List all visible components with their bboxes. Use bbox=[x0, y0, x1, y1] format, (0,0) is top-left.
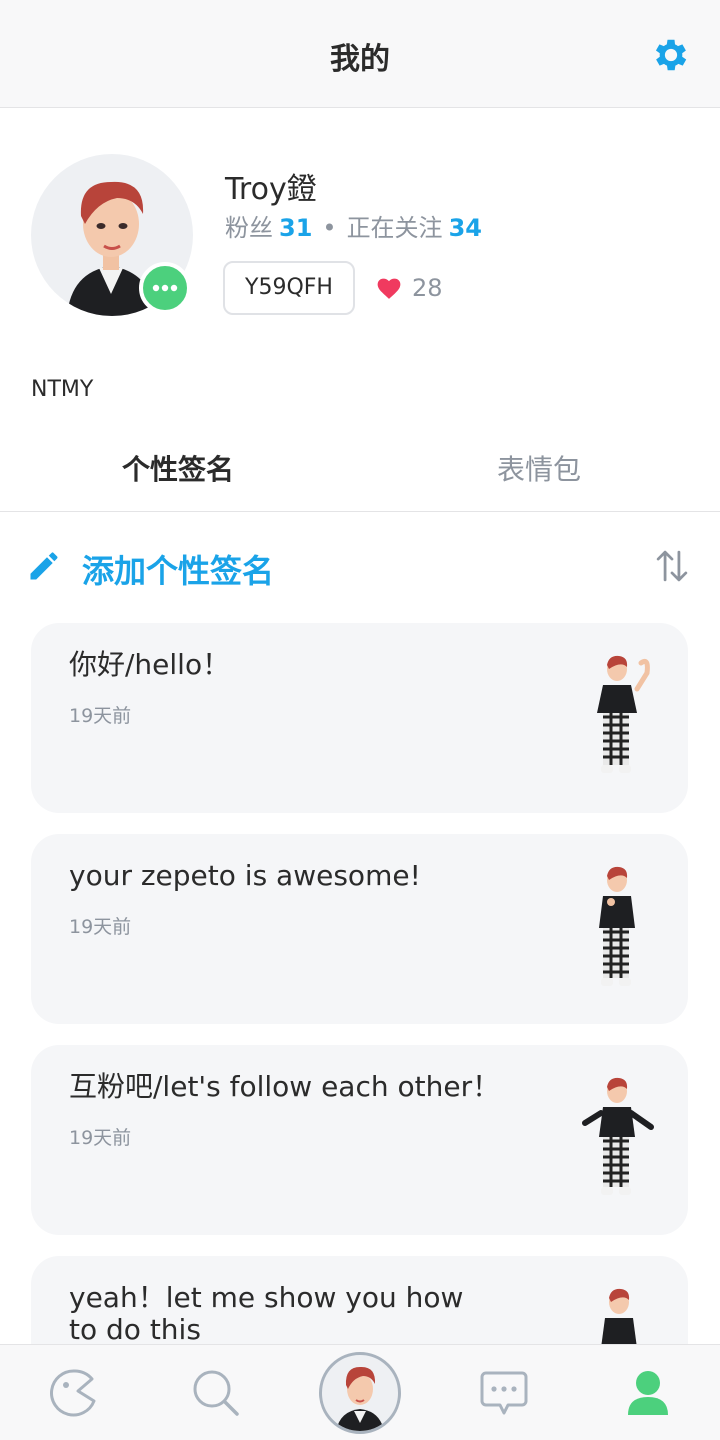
user-code-button[interactable]: Y59QFH bbox=[223, 261, 355, 315]
sort-icon[interactable] bbox=[655, 548, 689, 584]
search-icon[interactable] bbox=[190, 1367, 242, 1419]
profile-tabs: 个性签名 表情包 bbox=[0, 430, 720, 512]
follow-stats: 粉丝 31 • 正在关注 34 bbox=[225, 208, 482, 243]
signature-time: 19天前 bbox=[69, 916, 132, 938]
signature-card[interactable]: 互粉吧/let's follow each other！ 19天前 bbox=[31, 1045, 688, 1235]
likes-count: 28 bbox=[412, 274, 443, 302]
status-chat-button[interactable] bbox=[139, 262, 191, 314]
bottom-nav bbox=[0, 1344, 720, 1440]
chat-icon[interactable] bbox=[478, 1367, 530, 1419]
signature-time: 19天前 bbox=[69, 705, 132, 727]
avatar-figure bbox=[599, 866, 635, 986]
pencil-icon bbox=[30, 552, 58, 580]
signature-card[interactable]: 你好/hello！ 19天前 bbox=[31, 623, 688, 813]
following-count[interactable]: 34 bbox=[449, 214, 482, 242]
signature-text: 你好/hello！ bbox=[69, 648, 231, 681]
top-bar: 我的 bbox=[0, 0, 720, 108]
heart-icon bbox=[377, 278, 401, 299]
add-signature-row[interactable]: 添加个性签名 bbox=[0, 540, 720, 596]
profile-avatar-nav[interactable] bbox=[319, 1352, 401, 1434]
username: Troy鐙 bbox=[225, 172, 317, 207]
following-label[interactable]: 正在关注 bbox=[347, 214, 443, 242]
add-signature-label[interactable]: 添加个性签名 bbox=[82, 546, 274, 592]
signature-card[interactable]: your zepeto is awesome! 19天前 bbox=[31, 834, 688, 1024]
followers-count[interactable]: 31 bbox=[279, 214, 312, 242]
followers-label[interactable]: 粉丝 bbox=[225, 214, 273, 242]
signature-time: 19天前 bbox=[69, 1127, 132, 1149]
avatar-figure bbox=[582, 1077, 654, 1195]
more-icon bbox=[152, 284, 178, 292]
signature-text: yeah！let me show you how to do this bbox=[69, 1281, 464, 1346]
bio-text: NTMY bbox=[31, 377, 94, 402]
tab-signature[interactable]: 个性签名 bbox=[122, 448, 234, 488]
avatar-image bbox=[336, 1366, 384, 1431]
person-icon[interactable] bbox=[622, 1367, 674, 1419]
home-icon[interactable] bbox=[48, 1367, 100, 1419]
signature-text: 互粉吧/let's follow each other！ bbox=[69, 1070, 501, 1103]
signature-text: your zepeto is awesome! bbox=[69, 859, 421, 892]
stats-separator: • bbox=[322, 214, 337, 242]
tab-stickers[interactable]: 表情包 bbox=[497, 448, 581, 488]
likes[interactable]: 28 bbox=[376, 271, 443, 305]
page-title: 我的 bbox=[330, 42, 390, 77]
avatar-figure bbox=[597, 655, 650, 773]
profile-avatar[interactable] bbox=[31, 154, 193, 316]
gear-icon[interactable] bbox=[650, 34, 692, 76]
